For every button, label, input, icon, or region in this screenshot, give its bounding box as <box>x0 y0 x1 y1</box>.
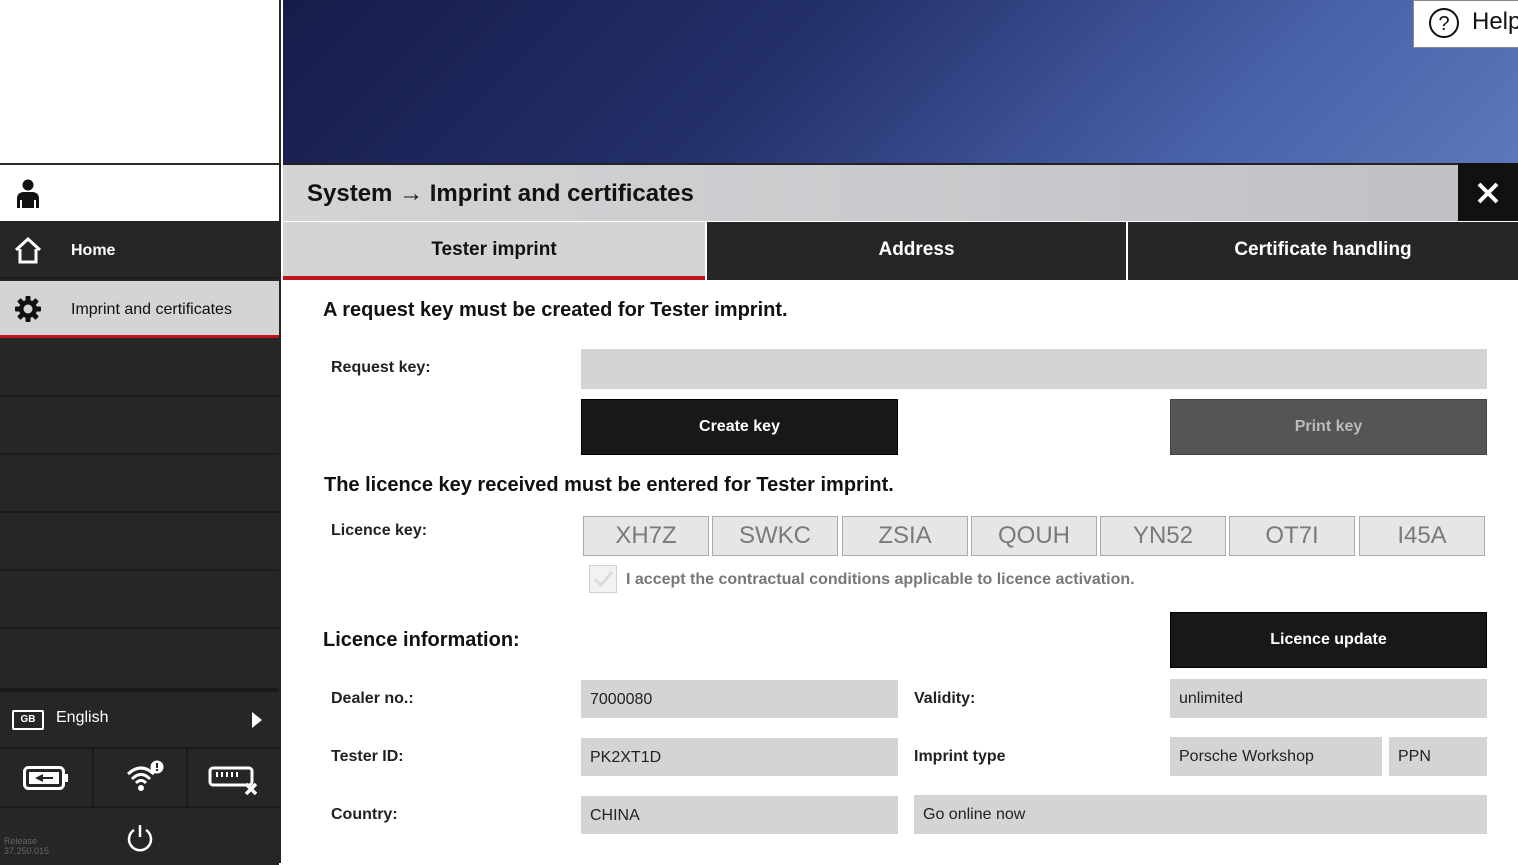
dealer-no-field: 7000080 <box>581 680 898 718</box>
imprint-type-field: Porsche Workshop <box>1170 737 1382 776</box>
language-flag-badge: GB <box>12 710 44 730</box>
svg-text:?: ? <box>1438 13 1449 35</box>
sidebar-item-imprint[interactable]: Imprint and certificates <box>0 281 279 338</box>
page-title-bar: System → Imprint and certificates <box>283 163 1458 221</box>
status-bar <box>0 747 279 807</box>
breadcrumb-arrow-icon: → <box>399 180 424 207</box>
licence-key-segment-5[interactable]: YN52 <box>1100 516 1226 556</box>
wifi-alert-icon <box>126 760 164 791</box>
tab-tester-imprint[interactable]: Tester imprint <box>283 222 705 280</box>
licence-update-button[interactable]: Licence update <box>1170 612 1487 668</box>
accept-conditions-label: I accept the contractual conditions appl… <box>626 571 1135 588</box>
release-info: Release 37.250.015 <box>4 836 49 856</box>
help-button[interactable]: ? Help <box>1413 0 1518 48</box>
tab-certificate-handling[interactable]: Certificate handling <box>1128 222 1518 280</box>
imprint-code-field: PPN <box>1389 737 1487 776</box>
create-key-button[interactable]: Create key <box>581 399 898 455</box>
validity-field: unlimited <box>1170 679 1487 718</box>
battery-icon <box>23 766 68 790</box>
tester-id-label: Tester ID: <box>331 748 404 765</box>
sidebar-item-label: Home <box>71 242 116 259</box>
gear-icon <box>15 296 41 322</box>
battery-status[interactable] <box>0 749 94 807</box>
sidebar-empty-slot <box>0 514 279 571</box>
print-key-button[interactable]: Print key <box>1170 399 1487 455</box>
request-key-label: Request key: <box>331 359 431 376</box>
sidebar-empty-slot <box>0 340 279 397</box>
licence-heading: The licence key received must be entered… <box>324 474 894 496</box>
power-icon[interactable] <box>126 823 154 853</box>
release-label: Release <box>4 836 38 846</box>
country-label: Country: <box>331 806 398 823</box>
dealer-no-label: Dealer no.: <box>331 690 414 707</box>
breadcrumb-root: System <box>307 180 393 207</box>
close-button[interactable] <box>1458 163 1518 221</box>
user-profile-button[interactable] <box>0 163 279 221</box>
header-banner-image <box>283 0 1518 163</box>
sidebar-header-blank <box>0 0 281 163</box>
imprint-type-label: Imprint type <box>914 748 1006 765</box>
tab-address[interactable]: Address <box>707 222 1126 280</box>
vci-disconnected-icon <box>208 766 258 795</box>
licence-key-segment-1[interactable]: XH7Z <box>583 516 709 556</box>
language-selector[interactable]: GB English <box>0 690 279 748</box>
release-version: 37.250.015 <box>4 846 50 856</box>
language-label: English <box>56 709 109 726</box>
validity-label: Validity: <box>914 690 976 707</box>
licence-key-segment-7[interactable]: I45A <box>1359 516 1485 556</box>
request-key-field[interactable] <box>581 349 1487 389</box>
licence-key-segment-2[interactable]: SWKC <box>712 516 838 556</box>
licence-key-segment-6[interactable]: OT7I <box>1229 516 1355 556</box>
sidebar-empty-slot <box>0 572 279 629</box>
sidebar-empty-slot <box>0 456 279 513</box>
chevron-right-icon <box>252 712 262 728</box>
vci-status[interactable] <box>188 749 279 807</box>
sidebar-empty-slot <box>0 398 279 455</box>
checkmark-icon <box>593 571 614 588</box>
tester-id-field: PK2XT1D <box>581 738 898 776</box>
licence-info-heading: Licence information: <box>323 629 520 651</box>
accept-conditions-checkbox[interactable] <box>589 565 617 593</box>
licence-key-segment-3[interactable]: ZSIA <box>842 516 968 556</box>
sidebar-empty-slot <box>0 630 279 690</box>
breadcrumb-page: Imprint and certificates <box>429 180 694 207</box>
country-field: CHINA <box>581 796 898 834</box>
question-circle-icon: ? <box>1429 8 1459 38</box>
wifi-status[interactable] <box>94 749 188 807</box>
sidebar-item-home[interactable]: Home <box>0 222 279 279</box>
go-online-field[interactable]: Go online now <box>914 795 1487 834</box>
request-heading: A request key must be created for Tester… <box>323 299 788 321</box>
licence-key-segment-4[interactable]: QOUH <box>971 516 1097 556</box>
sidebar-item-label: Imprint and certificates <box>71 301 232 318</box>
help-label: Help <box>1472 8 1518 35</box>
breadcrumb: System → Imprint and certificates <box>307 180 694 208</box>
person-icon <box>17 179 39 208</box>
close-icon <box>1477 182 1499 204</box>
licence-key-label: Licence key: <box>331 522 428 539</box>
home-icon <box>14 236 42 264</box>
